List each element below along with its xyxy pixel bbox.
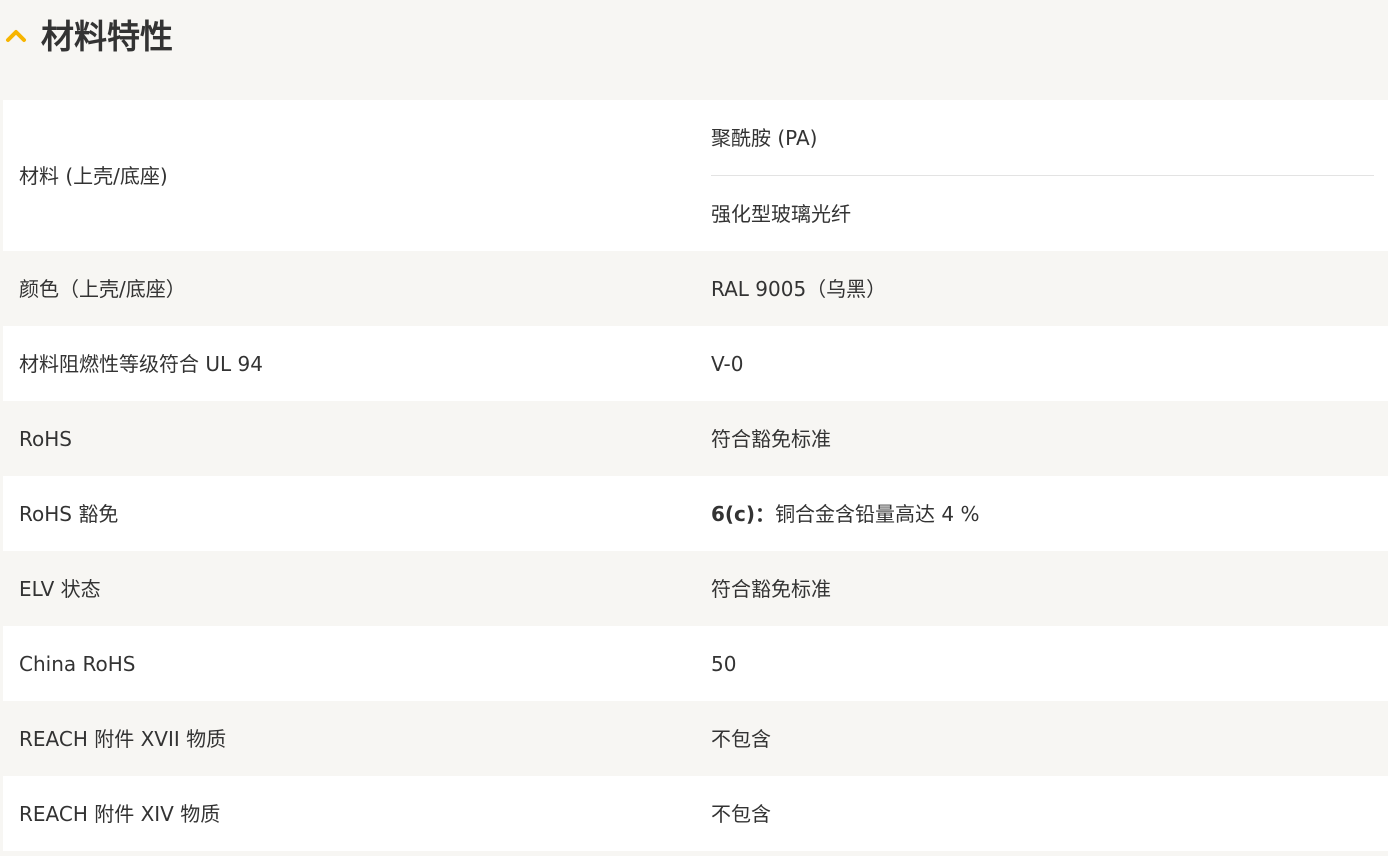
property-label: RoHS 豁免 (19, 501, 119, 526)
table-row: China RoHS 50 (3, 626, 1388, 701)
property-value: 不包含 (711, 726, 771, 751)
property-value: RAL 9005（乌黑） (711, 276, 887, 301)
property-label: REACH 附件 XIV 物质 (19, 801, 221, 826)
table-row: ELV 状态 符合豁免标准 (3, 551, 1388, 626)
property-label: 颜色（上壳/底座） (19, 276, 186, 301)
table-row: 材料 (上壳/底座) 聚酰胺 (PA) 强化型玻璃光纤 (3, 100, 1388, 251)
property-label: REACH 附件 XVII 物质 (19, 726, 227, 751)
table-row: REACH 附件 XVII 物质 不包含 (3, 701, 1388, 776)
section-header[interactable]: 材料特性 (0, 0, 1388, 72)
property-value: 聚酰胺 (PA) (711, 125, 818, 150)
property-label: 材料 (上壳/底座) (19, 163, 168, 188)
table-row: 颜色（上壳/底座） RAL 9005（乌黑） (3, 251, 1388, 326)
property-value: 6(c)：铜合金含铅量高达 4 % (711, 502, 980, 526)
property-label: RoHS (19, 426, 72, 451)
table-row: REACH 附件 XIV 物质 不包含 (3, 776, 1388, 851)
section-title: 材料特性 (41, 16, 173, 56)
property-value: 符合豁免标准 (711, 426, 831, 451)
property-label: ELV 状态 (19, 576, 101, 601)
property-value: 强化型玻璃光纤 (711, 201, 851, 226)
property-value: V-0 (711, 351, 744, 376)
properties-table: 材料 (上壳/底座) 聚酰胺 (PA) 强化型玻璃光纤 颜色（上壳/底座） RA… (3, 100, 1388, 851)
table-row: RoHS 豁免 6(c)：铜合金含铅量高达 4 % (3, 476, 1388, 551)
property-value: 50 (711, 651, 737, 676)
table-row: RoHS 符合豁免标准 (3, 401, 1388, 476)
property-label: China RoHS (19, 651, 136, 676)
exemption-description: 铜合金含铅量高达 4 % (775, 501, 980, 526)
property-value: 符合豁免标准 (711, 576, 831, 601)
property-label: 材料阻燃性等级符合 UL 94 (19, 351, 263, 376)
property-values: 聚酰胺 (PA) 强化型玻璃光纤 (711, 100, 1374, 251)
property-value: 不包含 (711, 801, 771, 826)
chevron-up-icon[interactable] (4, 24, 28, 48)
exemption-code: 6(c)： (711, 501, 776, 526)
table-row: 材料阻燃性等级符合 UL 94 V-0 (3, 326, 1388, 401)
